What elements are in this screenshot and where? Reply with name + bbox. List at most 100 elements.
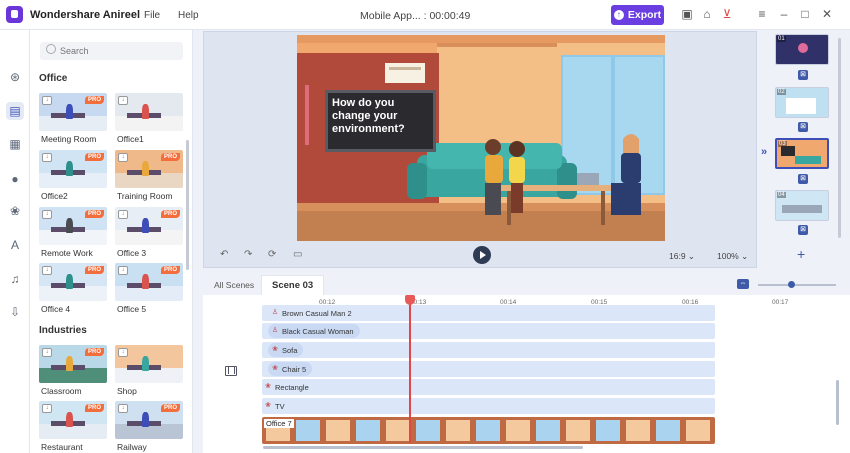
character-icon[interactable]: ● [6, 170, 24, 188]
download-icon[interactable]: ↓ [42, 210, 52, 219]
tab-all-scenes[interactable]: All Scenes [204, 275, 264, 295]
clip[interactable]: ♙ Brown Casual Man 2 [268, 306, 358, 320]
scene-thumbnail[interactable]: ↓ PRO [39, 401, 107, 439]
background-frame [356, 420, 380, 441]
scene-list-scrollbar[interactable] [838, 38, 841, 238]
background-pattern-icon[interactable]: ▦ [6, 135, 24, 153]
scene-card-03[interactable]: 03 [775, 138, 829, 169]
transition-icon[interactable]: ⊠ [798, 70, 808, 80]
music-icon[interactable]: ♫ [6, 270, 24, 288]
scene-thumbnail[interactable]: ↓ PRO [115, 401, 183, 439]
reel-icon[interactable]: ⊛ [6, 68, 24, 86]
timeline-vertical-scrollbar[interactable] [836, 380, 839, 425]
asset-panel: Office Industries ↓ PRO Meeting Room ↓ Offic… [30, 30, 193, 453]
thumbnail-figure [142, 160, 149, 176]
close-icon[interactable]: ✕ [820, 7, 834, 21]
track-chair[interactable]: ❀ Chair 5 [262, 361, 715, 377]
zoom-slider-handle[interactable] [788, 281, 795, 288]
scene-thumbnail[interactable]: ↓ PRO [115, 150, 183, 188]
add-scene-icon[interactable]: + [797, 246, 805, 262]
scene-thumbnail[interactable]: ↓ PRO [39, 93, 107, 131]
scene-card-04[interactable]: 04 [775, 190, 829, 221]
props-icon[interactable]: ❀ [6, 202, 24, 220]
scene-thumbnail[interactable]: ↓ PRO [39, 207, 107, 245]
timeline-horizontal-scrollbar[interactable] [263, 446, 583, 449]
scene-graphic [782, 205, 822, 213]
scene-card-02[interactable]: 02 [775, 87, 829, 118]
playhead-handle[interactable] [405, 295, 415, 305]
download-icon[interactable]: ↓ [118, 153, 128, 162]
text-icon[interactable]: A [6, 236, 24, 254]
background-frame [566, 420, 590, 441]
pro-badge: PRO [160, 404, 180, 412]
thumbnail-figure [66, 160, 73, 176]
cart-icon[interactable]: ⊻ [720, 7, 734, 21]
search-input[interactable] [40, 42, 183, 60]
download-icon[interactable]: ↓ [42, 266, 52, 275]
aspect-ratio-select[interactable]: 16:9 ⌄ [669, 251, 695, 262]
timeline-zoom-slider[interactable] [758, 284, 836, 286]
scene-thumbnail[interactable]: ↓ [115, 93, 183, 131]
section-title-office: Office [39, 73, 68, 84]
minimize-icon[interactable]: – [777, 7, 791, 21]
download-icon[interactable]: ↓ [42, 96, 52, 105]
thumbnail-floor [115, 172, 183, 188]
scene-thumbnail[interactable]: ↓ PRO [115, 207, 183, 245]
track-black-casual-woman[interactable]: ♙ Black Casual Woman [262, 323, 715, 339]
clip[interactable]: ♙ Black Casual Woman [268, 324, 360, 338]
download-icon[interactable]: ↓ [42, 348, 52, 357]
track-brown-casual-man[interactable]: ♙ Brown Casual Man 2 [262, 305, 715, 321]
section-title-industries: Industries [39, 325, 87, 336]
maximize-icon[interactable]: □ [798, 7, 812, 21]
redo-icon[interactable]: ↷ [244, 249, 252, 260]
import-icon[interactable]: ⇩ [6, 303, 24, 321]
camera-icon[interactable]: ▭ [293, 249, 302, 260]
background-track[interactable]: Office 7 [262, 417, 715, 444]
undo-icon[interactable]: ↶ [220, 249, 228, 260]
scene-thumbnail-label: Office 5 [117, 304, 147, 314]
scene-card-01[interactable]: 01 [775, 34, 829, 65]
menu-help[interactable]: Help [178, 10, 199, 21]
track-rectangle[interactable]: ❀ Rectangle [262, 379, 715, 395]
home-icon[interactable]: ⌂ [700, 7, 714, 21]
scene-thumbnail[interactable]: ↓ [115, 345, 183, 383]
scene-thumbnail[interactable]: ↓ PRO [115, 263, 183, 301]
download-icon[interactable]: ↓ [118, 96, 128, 105]
scene-canvas[interactable]: How do you change your environment? [297, 35, 665, 241]
download-icon[interactable]: ↓ [118, 348, 128, 357]
scene-library-icon[interactable]: ▤ [6, 102, 24, 120]
transition-icon[interactable]: ⊠ [798, 174, 808, 184]
download-icon[interactable]: ↓ [42, 404, 52, 413]
expand-arrow-icon[interactable]: » [761, 146, 767, 158]
fit-timeline-icon[interactable]: ⇔ [737, 279, 749, 289]
scene-thumbnail[interactable]: ↓ PRO [39, 263, 107, 301]
transition-icon[interactable]: ⊠ [798, 225, 808, 235]
clip[interactable]: ❀ Sofa [268, 343, 304, 357]
pro-badge: PRO [84, 266, 104, 274]
thumbnail-figure [66, 273, 73, 289]
track-sofa[interactable]: ❀ Sofa [262, 342, 715, 358]
track-tv[interactable]: ❀ TV [262, 398, 715, 414]
clip[interactable]: ❀ TV [264, 399, 285, 413]
clip[interactable]: ❀ Chair 5 [268, 362, 313, 376]
play-button[interactable] [473, 246, 491, 264]
zoom-select[interactable]: 100% ⌄ [717, 251, 748, 262]
replace-icon[interactable]: ⟳ [268, 249, 276, 260]
left-icon-rail: ⊛ ▤ ▦ ● ❀ A ♫ ⇩ [0, 30, 30, 453]
hamburger-menu-icon[interactable]: ≡ [755, 7, 769, 21]
download-icon[interactable]: ↓ [42, 153, 52, 162]
save-icon[interactable]: ▣ [680, 7, 694, 21]
menu-file[interactable]: File [144, 10, 160, 21]
playhead[interactable] [409, 295, 411, 443]
export-button[interactable]: ↑ Export [611, 5, 664, 25]
download-icon[interactable]: ↓ [118, 266, 128, 275]
scene-thumbnail[interactable]: ↓ PRO [39, 150, 107, 188]
download-icon[interactable]: ↓ [118, 404, 128, 413]
scene-thumbnail[interactable]: ↓ PRO [39, 345, 107, 383]
panel-scrollbar[interactable] [186, 140, 189, 270]
pro-badge: PRO [84, 153, 104, 161]
tab-scene-03[interactable]: Scene 03 [261, 275, 325, 295]
transition-icon[interactable]: ⊠ [798, 122, 808, 132]
clip[interactable]: ❀ Rectangle [264, 380, 309, 394]
download-icon[interactable]: ↓ [118, 210, 128, 219]
